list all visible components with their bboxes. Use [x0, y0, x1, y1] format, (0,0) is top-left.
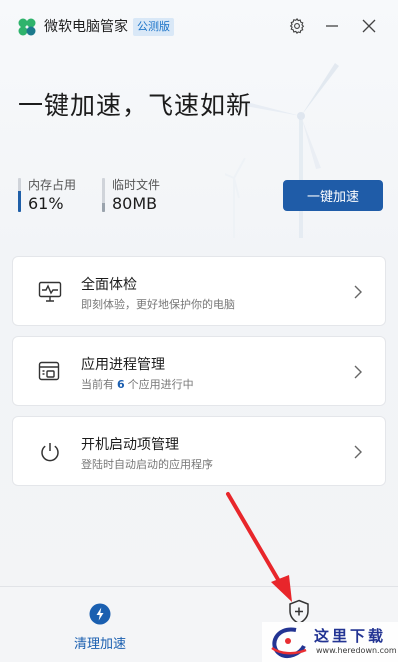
- card-title: 应用进程管理: [81, 357, 165, 373]
- gear-icon: [289, 17, 305, 34]
- app-logo-icon: [18, 18, 36, 36]
- card-subtitle: 当前有 6 个应用进行中: [81, 376, 194, 392]
- watermark-text: 这里下载: [314, 627, 387, 645]
- one-click-boost-button[interactable]: 一键加速: [283, 180, 383, 211]
- chevron-right-icon: [354, 365, 362, 379]
- subtitle-suffix: 个应用进行中: [127, 378, 194, 391]
- temp-files-value: 80MB: [112, 194, 158, 213]
- minimize-icon: [326, 25, 338, 27]
- card-title: 全面体检: [81, 277, 137, 293]
- nav-clean-boost[interactable]: 清理加速: [58, 587, 142, 662]
- lightning-icon: [89, 603, 111, 625]
- subtitle-prefix: 当前有: [81, 378, 114, 391]
- app-window: 微软电脑管家 公测版 一键加速，飞速如新 内存占用 61% 临时文件 80MB …: [0, 0, 398, 662]
- app-window-icon: [37, 359, 63, 385]
- power-icon: [37, 439, 63, 465]
- site-watermark: 这里下载 www.heredown.com: [262, 622, 398, 662]
- card-subtitle: 登陆时自动启动的应用程序: [81, 458, 213, 471]
- full-checkup-card[interactable]: 全面体检 即刻体验，更好地保护你的电脑: [12, 256, 386, 326]
- close-button[interactable]: [358, 15, 380, 37]
- app-title: 微软电脑管家: [44, 19, 128, 35]
- memory-usage-bar: [18, 178, 21, 212]
- chevron-right-icon: [354, 445, 362, 459]
- card-title: 开机启动项管理: [81, 437, 179, 453]
- settings-button[interactable]: [286, 15, 308, 37]
- running-app-count: 6: [117, 378, 125, 391]
- title-bar: 微软电脑管家 公测版: [0, 0, 398, 54]
- chevron-right-icon: [354, 285, 362, 299]
- minimize-button[interactable]: [321, 15, 343, 37]
- card-subtitle: 即刻体验，更好地保护你的电脑: [81, 298, 235, 311]
- app-process-card[interactable]: 应用进程管理 当前有 6 个应用进行中: [12, 336, 386, 406]
- beta-badge: 公测版: [133, 18, 174, 36]
- hero-headline: 一键加速，飞速如新: [18, 91, 253, 120]
- memory-usage-label: 内存占用: [28, 178, 77, 192]
- close-icon: [362, 19, 376, 33]
- memory-usage-bar-fill: [18, 191, 21, 212]
- nav-clean-boost-label: 清理加速: [73, 637, 126, 652]
- temp-files-bar: [102, 178, 105, 212]
- temp-files-bar-fill: [102, 203, 105, 212]
- watermark-logo-icon: [271, 627, 307, 658]
- watermark-url: www.heredown.com: [316, 646, 397, 655]
- windmill-illustration: [225, 63, 339, 238]
- memory-usage-value: 61%: [28, 194, 64, 213]
- monitor-pulse-icon: [37, 279, 63, 305]
- temp-files-label: 临时文件: [112, 178, 161, 192]
- startup-items-card[interactable]: 开机启动项管理 登陆时自动启动的应用程序: [12, 416, 386, 486]
